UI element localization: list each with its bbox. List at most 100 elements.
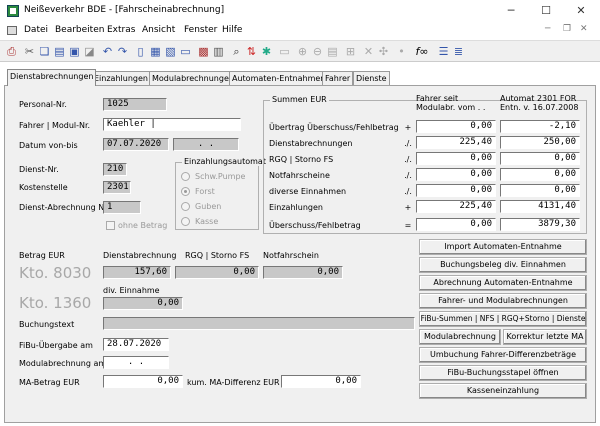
summen-row-value-automat[interactable]: 4131,40 xyxy=(500,200,580,213)
notfahrschein-label: Notfahrschein xyxy=(263,251,319,260)
personal-nr-field[interactable]: 1025 xyxy=(103,98,167,111)
fibu-uebergabe-label: FiBu-Übergabe am xyxy=(19,341,93,350)
fibu-summen-button[interactable]: FiBu-Summen | NFS | RGQ+Storno | Dienste xyxy=(419,311,587,327)
fibu-buchungsstapel-button[interactable]: FiBu-Buchungsstapel öffnen xyxy=(419,365,587,381)
summen-row-value-automat[interactable]: -2,10 xyxy=(500,120,580,133)
sort-icon[interactable]: ⇅ xyxy=(244,44,259,59)
summen-row-sign: + xyxy=(404,203,412,212)
kostenstelle-field[interactable]: 2301 xyxy=(103,181,131,194)
summen-row-label: Notfahrscheine xyxy=(269,171,330,180)
tab-automaten-entnahmen[interactable]: Automaten-Entnahmen xyxy=(229,71,329,86)
kum-ma-differenz-field[interactable]: 0,00 xyxy=(281,375,361,388)
list-icon[interactable]: ☰ xyxy=(436,44,451,59)
dienst-abrechnung-field[interactable]: 1 xyxy=(103,201,141,214)
mdi-restore-icon[interactable]: ❐ xyxy=(563,24,571,34)
bookmark-icon[interactable]: ◪ xyxy=(82,44,97,59)
fahrer-field[interactable]: Kaehler | xyxy=(103,118,241,131)
kasseneinzahlung-button[interactable]: Kasseneinzahlung xyxy=(419,383,587,399)
summen-row-value-fahrer[interactable]: 0,00 xyxy=(416,152,496,165)
summen-row-label: Übertrag Überschuss/Fehlbetrag xyxy=(269,123,399,132)
menu-ansicht[interactable]: Ansicht xyxy=(142,25,175,35)
radio-guben[interactable] xyxy=(181,202,190,211)
doc-icon[interactable] xyxy=(7,26,17,35)
maximize-icon[interactable]: ☐ xyxy=(531,3,561,19)
datum-von-field[interactable]: 07.07.2020 xyxy=(103,138,169,151)
betrag-label: Betrag EUR xyxy=(19,251,65,260)
summen-row-value-fahrer[interactable]: 0,00 xyxy=(416,184,496,197)
tab-modulabrechnungen[interactable]: Modulabrechnungen xyxy=(149,71,237,86)
minimize-icon[interactable]: ─ xyxy=(496,3,526,19)
radio-schw-pumpe[interactable] xyxy=(181,172,190,181)
menu-bearbeiten[interactable]: Bearbeiten xyxy=(55,25,104,35)
grid-icon[interactable]: ▦ xyxy=(148,44,163,59)
summen-row-value-fahrer[interactable]: 225,40 xyxy=(416,200,496,213)
summen-row-sign: ./. xyxy=(404,139,412,148)
ohne-betrag-label: ohne Betrag xyxy=(118,221,168,230)
fahrer-modul-abrechnungen-button[interactable]: Fahrer- und Modulabrechnungen xyxy=(419,293,587,309)
save-icon[interactable]: ▣ xyxy=(67,44,82,59)
tab-dienste[interactable]: Dienste xyxy=(353,71,390,86)
tab-dienstabrechnungen[interactable]: Dienstabrechnungen xyxy=(7,69,97,86)
summen-row-value-automat[interactable]: 3879,30 xyxy=(500,218,580,231)
numbered-list-icon[interactable]: ≣ xyxy=(451,44,466,59)
ohne-betrag-checkbox[interactable] xyxy=(106,221,115,230)
summen-row-value-automat[interactable]: 0,00 xyxy=(500,184,580,197)
summen-row-sign: = xyxy=(404,221,412,230)
image-icon[interactable]: ▧ xyxy=(163,44,178,59)
dienstabrechnung-value[interactable]: 157,60 xyxy=(103,266,171,279)
summen-row-value-fahrer[interactable]: 225,40 xyxy=(416,136,496,149)
dienst-abrechnung-label: Dienst-Abrechnung Nr. xyxy=(19,203,110,212)
notfahrschein-value[interactable]: 0,00 xyxy=(263,266,343,279)
modulabrechnung-button[interactable]: Modulabrechnung xyxy=(419,329,501,345)
star-icon[interactable]: ✱ xyxy=(259,44,274,59)
summen-row-value-automat[interactable]: 250,00 xyxy=(500,136,580,149)
summen-row-value-automat[interactable]: 0,00 xyxy=(500,168,580,181)
radio-kasse[interactable] xyxy=(181,217,190,226)
function-icon[interactable]: f∞ xyxy=(412,44,432,59)
redo-icon[interactable]: ↷ xyxy=(115,44,130,59)
summen-row-value-fahrer[interactable]: 0,00 xyxy=(416,120,496,133)
mdi-close-icon[interactable]: ✕ xyxy=(580,24,588,34)
radio-forst-label: Forst xyxy=(195,187,215,196)
modulabrechnung-am-field[interactable]: . . xyxy=(103,356,169,369)
tab-fahrer[interactable]: Fahrer xyxy=(322,71,354,86)
abrechnung-automaten-button[interactable]: Abrechnung Automaten-Entnahme xyxy=(419,275,587,291)
modulabrechnung-am-label: Modulabrechnung am xyxy=(19,359,107,368)
div-einnahme-value[interactable]: 0,00 xyxy=(103,297,183,310)
window-title: Neißeverkehr BDE - [Fahrscheinabrechnung… xyxy=(24,5,225,15)
mdi-minimize-icon[interactable]: ─ xyxy=(545,24,550,34)
cut-icon[interactable]: ✂ xyxy=(22,44,37,59)
tab-einzahlungen[interactable]: Einzahlungen xyxy=(91,71,151,86)
radio-kasse-label: Kasse xyxy=(195,217,219,226)
table-icon[interactable]: ▥ xyxy=(211,44,226,59)
printer-icon[interactable]: ⎙ xyxy=(4,44,19,59)
summen-row-value-automat[interactable]: 0,00 xyxy=(500,152,580,165)
rgq-storno-value[interactable]: 0,00 xyxy=(175,266,259,279)
umbuchung-button[interactable]: Umbuchung Fahrer-Differenzbeträge xyxy=(419,347,587,363)
menu-hilfe[interactable]: Hilfe xyxy=(222,25,242,35)
paste-icon[interactable]: ▤ xyxy=(52,44,67,59)
ma-betrag-field[interactable]: 0,00 xyxy=(103,375,183,388)
copy-icon[interactable]: ❏ xyxy=(37,44,52,59)
menu-extras[interactable]: Extras xyxy=(107,25,135,35)
buchungstext-field[interactable] xyxy=(103,317,415,330)
import-automaten-entnahme-button[interactable]: Import Automaten-Entnahme xyxy=(419,239,587,255)
fibu-uebergabe-field[interactable]: 28.07.2020 xyxy=(103,338,169,351)
dienst-nr-field[interactable]: 210 xyxy=(103,163,127,176)
zoom-in-icon: ⊕ xyxy=(297,45,308,58)
undo-icon[interactable]: ↶ xyxy=(100,44,115,59)
korrektur-letzte-ma-button[interactable]: Korrektur letzte MA xyxy=(503,329,587,345)
summen-row-value-fahrer[interactable]: 0,00 xyxy=(416,168,496,181)
calendar-icon[interactable]: ▩ xyxy=(196,44,211,59)
summen-row-value-fahrer[interactable]: 0,00 xyxy=(416,218,496,231)
datum-bis-field[interactable]: . . xyxy=(173,138,239,151)
search-icon[interactable]: ⌕ xyxy=(229,44,244,59)
new-doc-icon[interactable]: ▯ xyxy=(133,44,148,59)
menu-fenster[interactable]: Fenster xyxy=(184,25,217,35)
menu-datei[interactable]: Datei xyxy=(24,25,48,35)
radio-forst[interactable] xyxy=(181,187,190,196)
buchungsbeleg-button[interactable]: Buchungsbeleg div. Einnahmen xyxy=(419,257,587,273)
window-icon[interactable]: ▭ xyxy=(178,44,193,59)
dienstabrechnung-label: Dienstabrechnung xyxy=(103,251,177,260)
close-icon[interactable]: ✕ xyxy=(566,3,596,19)
